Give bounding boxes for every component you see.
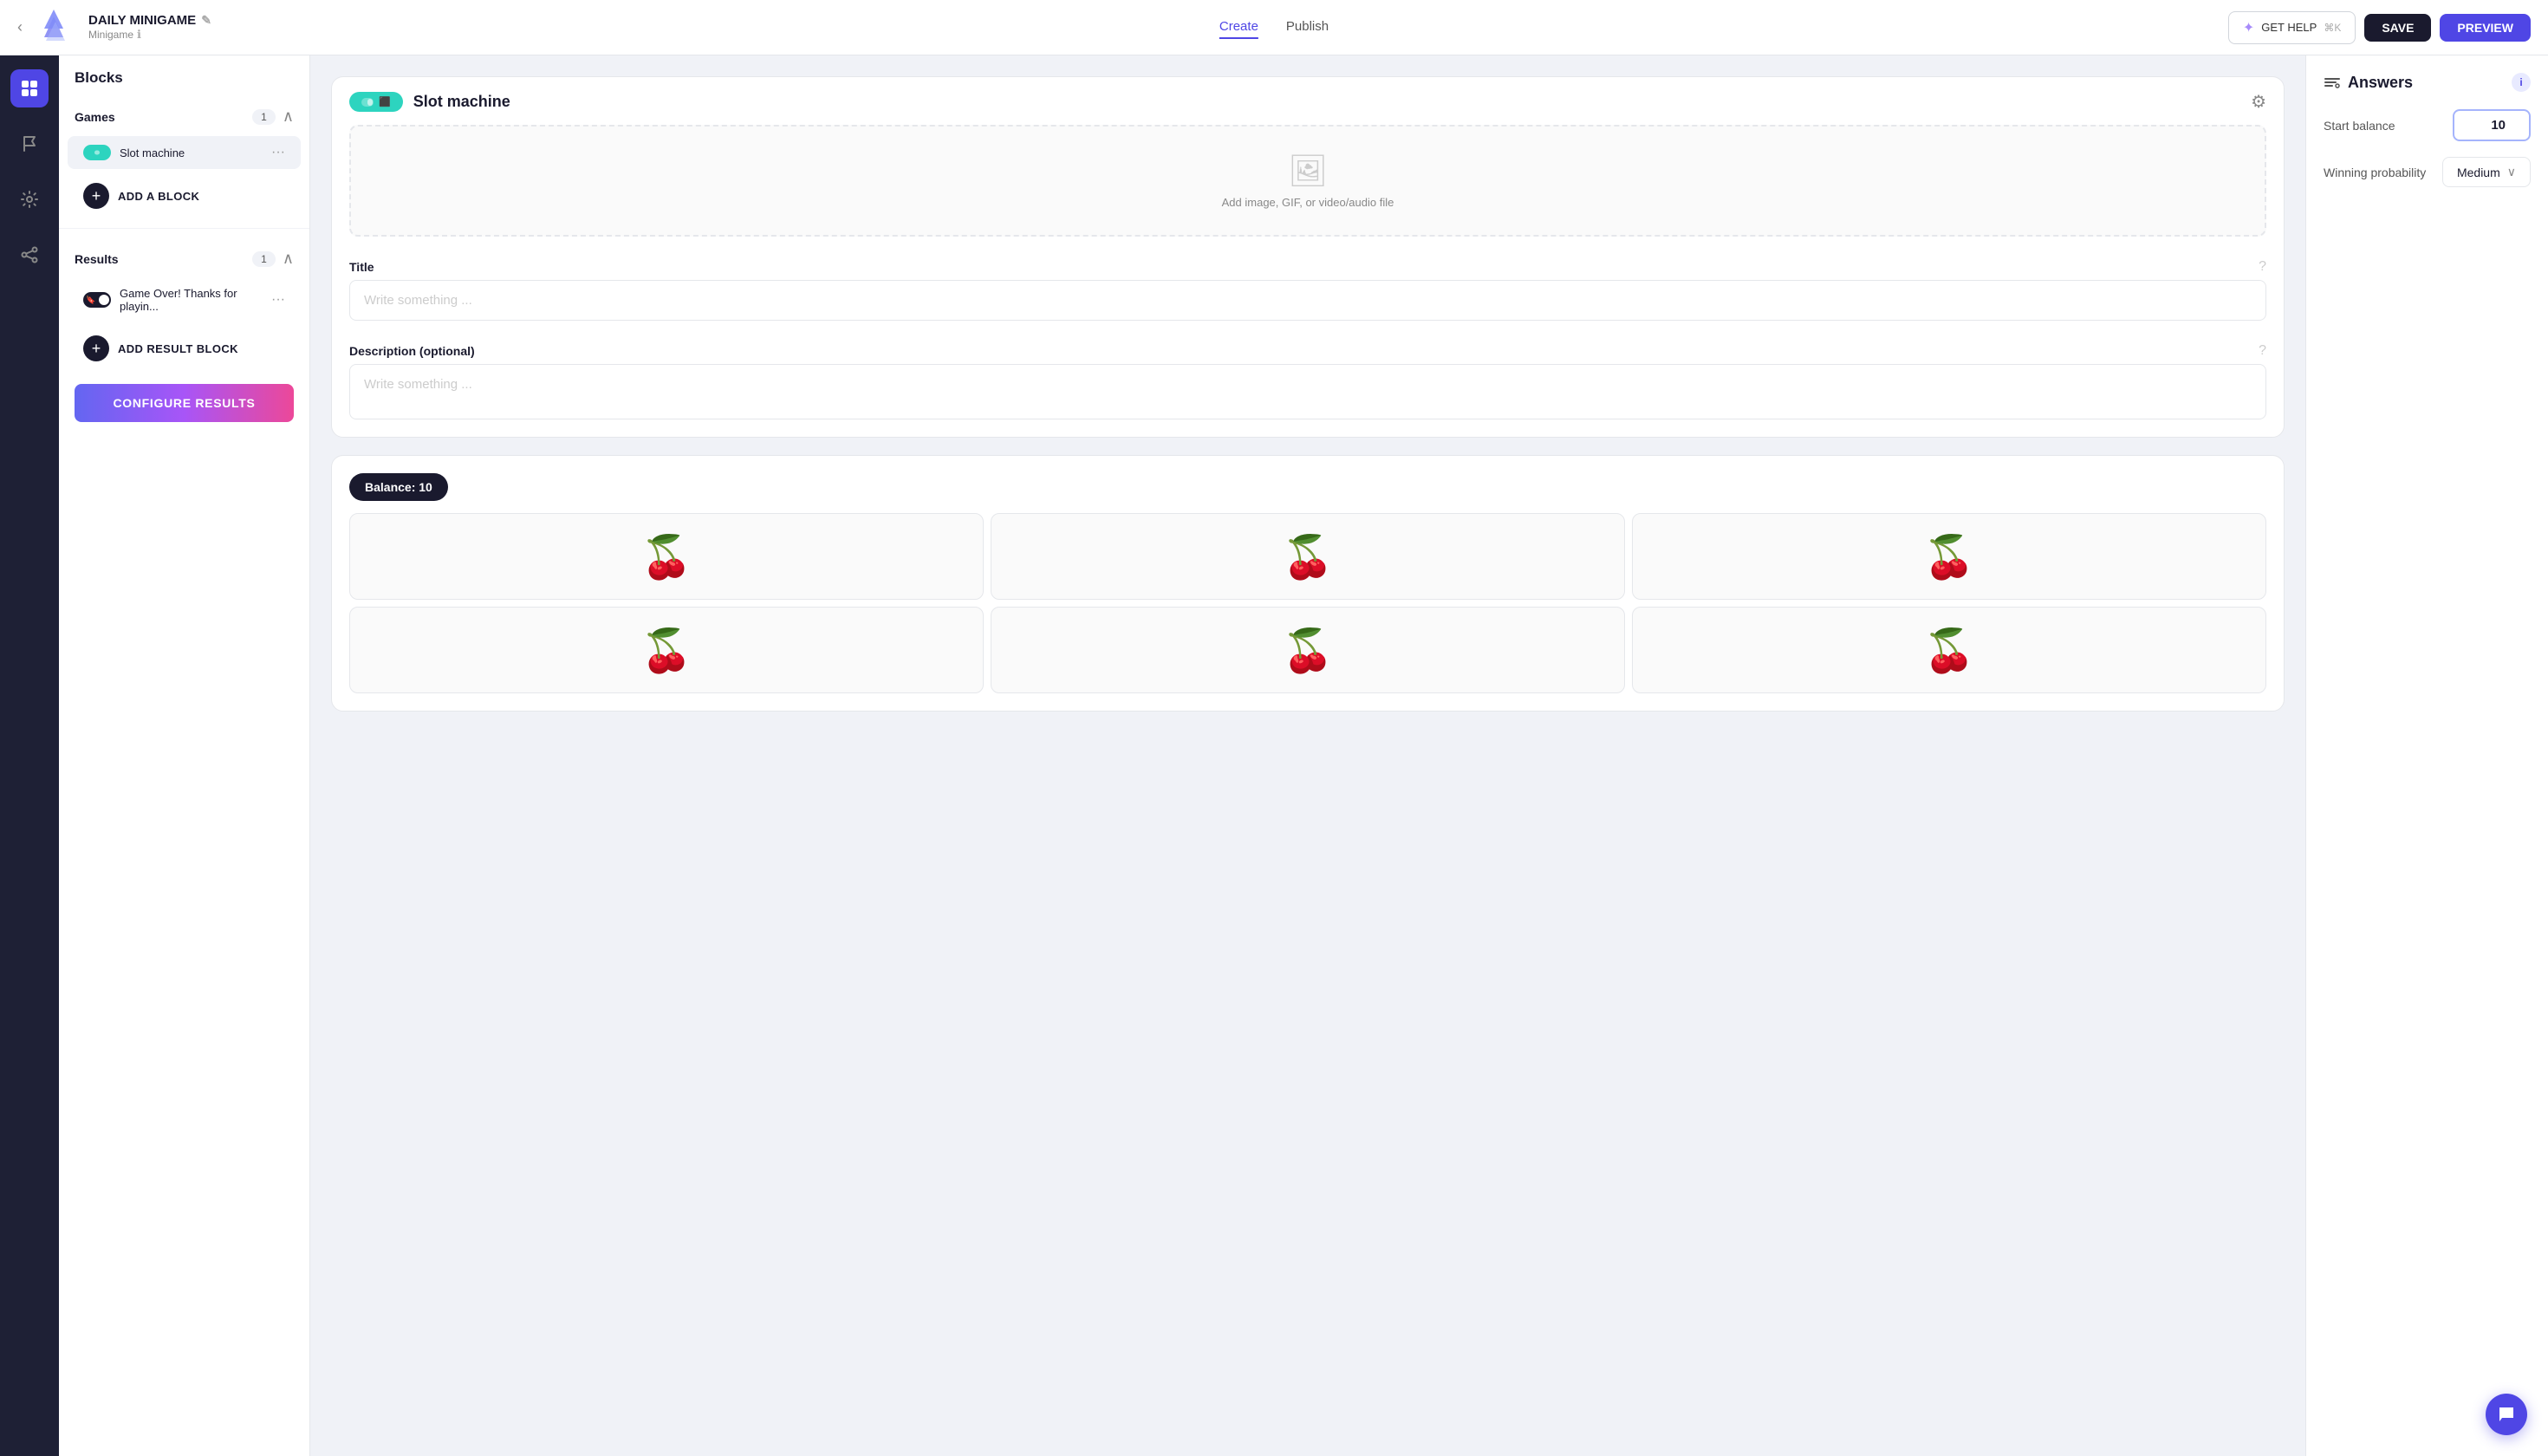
tab-publish[interactable]: Publish	[1286, 16, 1329, 39]
add-block-button[interactable]: + ADD A BLOCK	[68, 174, 301, 218]
sparkle-icon: ✦	[2243, 19, 2254, 36]
slot-machine-more[interactable]: ···	[271, 145, 285, 160]
slot-grid: 🍒 🍒 🍒 🍒 🍒 🍒	[349, 513, 2266, 693]
block-type-badge: ⬛	[349, 92, 403, 112]
balance-badge: Balance: 10	[349, 473, 448, 501]
slot-cell-2: 🍒	[991, 513, 1625, 600]
sidebar: Blocks Games 1 ∧ Slot machine ··· + ADD …	[59, 55, 310, 1456]
start-balance-group: Start balance	[2324, 109, 2531, 141]
chevron-down-icon: ∨	[2507, 165, 2516, 179]
results-count: 1	[252, 251, 276, 267]
media-upload-label: Add image, GIF, or video/audio file	[1222, 196, 1394, 209]
title-help-icon[interactable]: ?	[2259, 259, 2266, 275]
games-section-header: Games 1 ∧	[59, 94, 309, 134]
description-input[interactable]: Write something ...	[349, 364, 2266, 419]
icon-bar-settings[interactable]	[10, 180, 49, 218]
nav-actions: ✦ GET HELP ⌘K SAVE PREVIEW	[2228, 11, 2531, 44]
icon-bar-blocks[interactable]	[10, 69, 49, 107]
title-field-row: Title ?	[332, 250, 2284, 280]
slot-cell-4: 🍒	[349, 607, 984, 693]
add-result-button[interactable]: + ADD RESULT BLOCK	[68, 327, 301, 370]
slot-cell-6: 🍒	[1632, 607, 2266, 693]
right-panel: Answers i Start balance Winning probabil…	[2305, 55, 2548, 1456]
image-icon: 🖼	[1288, 153, 1328, 189]
sidebar-item-slot-machine[interactable]: Slot machine ···	[68, 136, 301, 169]
block-card-header: ⬛ Slot machine ⚙	[332, 77, 2284, 125]
back-button[interactable]: ‹	[17, 18, 23, 36]
games-collapse-icon[interactable]: ∧	[283, 107, 294, 126]
description-help-icon[interactable]: ?	[2259, 343, 2266, 359]
sidebar-title: Blocks	[59, 55, 309, 94]
edit-icon[interactable]: ✎	[201, 13, 211, 28]
app-subtitle: Minigame ℹ	[88, 28, 211, 42]
get-help-button[interactable]: ✦ GET HELP ⌘K	[2228, 11, 2356, 44]
add-block-label: ADD A BLOCK	[118, 190, 199, 203]
block-name: Slot machine	[413, 93, 510, 111]
slot-cell-1: 🍒	[349, 513, 984, 600]
gameover-more[interactable]: ···	[271, 292, 285, 308]
right-panel-title-text: Answers	[2348, 74, 2413, 92]
chevron-left-icon: ‹	[17, 18, 23, 36]
info-icon[interactable]: ℹ	[137, 28, 141, 42]
gameover-label: Game Over! Thanks for playin...	[120, 287, 263, 313]
block-title-area: ⬛ Slot machine	[349, 92, 510, 112]
block-settings-icon[interactable]: ⚙	[2251, 91, 2266, 113]
slot-machine-icon	[83, 145, 111, 160]
add-result-icon: +	[83, 335, 109, 361]
logo	[33, 7, 75, 49]
sidebar-divider	[59, 228, 309, 229]
icon-bar	[0, 55, 59, 1456]
slot-preview-card: Balance: 10 🍒 🍒 🍒 🍒 🍒 🍒	[331, 455, 2285, 712]
add-block-icon: +	[83, 183, 109, 209]
save-button[interactable]: SAVE	[2364, 14, 2431, 42]
gameover-toggle-icon: 🔖	[83, 292, 111, 308]
games-count: 1	[252, 109, 276, 125]
games-section-title: Games	[75, 110, 115, 124]
slot-cell-3: 🍒	[1632, 513, 2266, 600]
sidebar-item-gameover[interactable]: 🔖 Game Over! Thanks for playin... ···	[68, 278, 301, 322]
main-content: ⬛ Slot machine ⚙ 🖼 Add image, GIF, or vi…	[310, 55, 2305, 1456]
panel-info-button[interactable]: i	[2512, 73, 2531, 92]
slot-cell-5: 🍒	[991, 607, 1625, 693]
results-section-title: Results	[75, 252, 119, 266]
start-balance-input[interactable]	[2453, 109, 2531, 141]
add-result-label: ADD RESULT BLOCK	[118, 342, 238, 355]
description-label: Description (optional)	[349, 344, 475, 358]
winning-probability-select[interactable]: Medium ∨	[2442, 157, 2531, 187]
title-input[interactable]: Write something ...	[349, 280, 2266, 321]
results-collapse-icon[interactable]: ∧	[283, 250, 294, 268]
description-field-row: Description (optional) ?	[332, 335, 2284, 364]
right-panel-header: Answers i	[2324, 73, 2531, 92]
icon-bar-flag[interactable]	[10, 125, 49, 163]
slot-machine-label: Slot machine	[120, 146, 263, 159]
app-title: DAILY MINIGAME ✎	[88, 13, 211, 28]
winning-probability-group: Winning probability Medium ∨	[2324, 157, 2531, 187]
slot-preview-area: Balance: 10 🍒 🍒 🍒 🍒 🍒 🍒	[332, 456, 2284, 711]
results-section-header: Results 1 ∧	[59, 236, 309, 276]
start-balance-label: Start balance	[2324, 119, 2395, 133]
chat-bubble-button[interactable]	[2486, 1394, 2527, 1435]
right-panel-title: Answers	[2324, 74, 2413, 92]
icon-bar-share[interactable]	[10, 236, 49, 274]
navbar: ‹ DAILY MINIGAME ✎ Minigame ℹ Create Pub…	[0, 0, 2548, 55]
main-layout: Blocks Games 1 ∧ Slot machine ··· + ADD …	[0, 55, 2548, 1456]
title-area: DAILY MINIGAME ✎ Minigame ℹ	[88, 13, 211, 42]
configure-results-button[interactable]: CONFIGURE RESULTS	[75, 384, 294, 422]
slot-machine-card: ⬛ Slot machine ⚙ 🖼 Add image, GIF, or vi…	[331, 76, 2285, 438]
preview-button[interactable]: PREVIEW	[2440, 14, 2531, 42]
tab-create[interactable]: Create	[1219, 16, 1258, 39]
nav-tabs: Create Publish	[1219, 16, 1329, 39]
media-upload-area[interactable]: 🖼 Add image, GIF, or video/audio file	[349, 125, 2266, 237]
winning-probability-label: Winning probability	[2324, 166, 2426, 179]
title-label: Title	[349, 260, 374, 274]
